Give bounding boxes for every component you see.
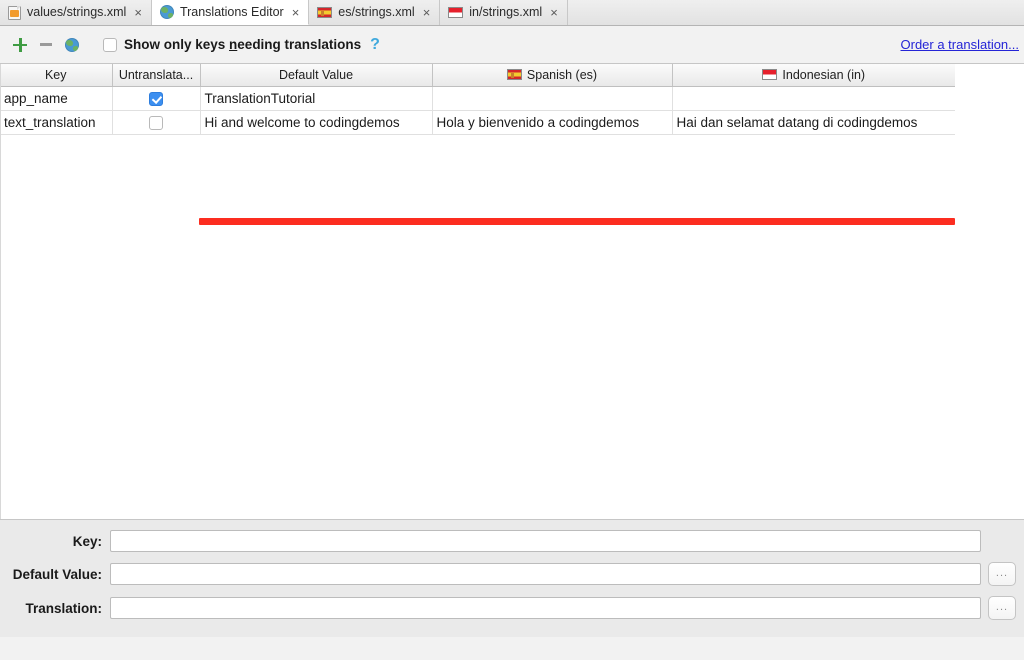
xml-file-icon [8,5,21,20]
translation-field-label: Translation: [25,600,102,616]
cell-spanish[interactable]: Hola y bienvenido a codingdemos [432,110,673,135]
tab-close-icon[interactable]: × [421,6,431,19]
tab-translations-editor[interactable]: Translations Editor × [151,0,310,25]
column-header-spanish[interactable]: Spanish (es) [432,64,673,87]
column-header-label: Spanish (es) [526,67,598,82]
column-header-indonesian[interactable]: Indonesian (in) [672,64,955,87]
table-left-border [0,64,1,519]
form-row-default-value: Default Value: ... [0,562,1016,586]
tab-label: es/strings.xml [338,5,415,20]
cell-spanish[interactable] [432,86,673,111]
filter-label-pre: Show only keys [124,37,230,52]
minus-icon [40,43,52,46]
translations-editor-toolbar: Show only keys needing translations ? Or… [0,26,1024,64]
cell-key[interactable]: text_translation [0,110,113,135]
tab-values-strings-xml[interactable]: values/strings.xml × [0,0,152,25]
table-header-row: Key Untranslata... Default Value Spanish… [0,64,955,87]
editor-tab-bar: values/strings.xml × Translations Editor… [0,0,1024,26]
cell-untranslatable[interactable] [112,110,201,135]
add-locale-button[interactable] [59,32,85,58]
tab-label: in/strings.xml [469,5,543,20]
column-header-key[interactable]: Key [0,64,113,87]
default-value-input[interactable] [110,563,981,585]
column-header-label: Key [44,67,67,82]
column-header-default-value[interactable]: Default Value [200,64,433,87]
key-field-label: Key: [72,533,102,549]
cell-untranslatable[interactable] [112,86,201,111]
untranslatable-checkbox[interactable] [149,115,163,130]
plus-icon [13,37,27,52]
cell-default-value[interactable]: TranslationTutorial [200,86,433,111]
globe-icon [65,37,79,52]
default-value-field-label: Default Value: [12,566,102,582]
translation-browse-button[interactable]: ... [988,596,1016,620]
column-header-label: Default Value [278,67,354,82]
tab-close-icon[interactable]: × [548,6,558,19]
translations-table-area: Key Untranslata... Default Value Spanish… [0,64,1024,519]
show-only-keys-needing-translations-label: Show only keys needing translations [124,37,361,52]
indonesia-flag-icon [762,69,778,81]
spain-flag-icon [317,7,333,18]
add-key-button[interactable] [7,32,33,58]
globe-icon [159,5,174,19]
show-only-keys-needing-translations-checkbox[interactable] [103,37,117,52]
cell-key[interactable]: app_name [0,86,113,111]
default-value-browse-button[interactable]: ... [988,562,1016,586]
untranslatable-checkbox[interactable] [149,91,163,106]
cell-default-value[interactable]: Hi and welcome to codingdemos [200,110,433,135]
tab-close-icon[interactable]: × [132,6,142,19]
help-icon[interactable]: ? [370,36,380,53]
show-only-keys-needing-translations-row[interactable]: Show only keys needing translations [103,37,361,52]
cell-indonesian[interactable]: Hai dan selamat datang di codingdemos [672,110,955,135]
column-header-untranslatable[interactable]: Untranslata... [112,64,201,87]
filter-label-post: eeding translations [237,37,362,52]
cell-indonesian[interactable] [672,86,955,111]
tab-bar-filler [567,0,1024,25]
tab-in-strings-xml[interactable]: in/strings.xml × [440,0,568,25]
table-row[interactable]: app_name TranslationTutorial [0,86,955,111]
tab-label: Translations Editor [179,4,284,19]
key-detail-form: Key: Default Value: ... Translation: ... [0,519,1024,637]
column-header-label: Untranslata... [118,67,194,82]
form-row-translation: Translation: ... [0,596,1016,620]
remove-key-button[interactable] [33,32,59,58]
table-row[interactable]: text_translation Hi and welcome to codin… [0,110,955,135]
tab-label: values/strings.xml [27,5,127,20]
translation-input[interactable] [110,597,981,619]
spain-flag-icon [506,69,522,81]
tab-close-icon[interactable]: × [290,6,300,19]
indonesia-flag-icon [448,7,464,18]
translations-table: Key Untranslata... Default Value Spanish… [0,64,955,135]
form-row-key: Key: [0,530,1016,552]
column-header-label: Indonesian (in) [782,67,866,82]
red-annotation-underline [199,218,955,225]
order-a-translation-link[interactable]: Order a translation... [901,37,1020,52]
tab-es-strings-xml[interactable]: es/strings.xml × [309,0,441,25]
key-input[interactable] [110,530,981,552]
